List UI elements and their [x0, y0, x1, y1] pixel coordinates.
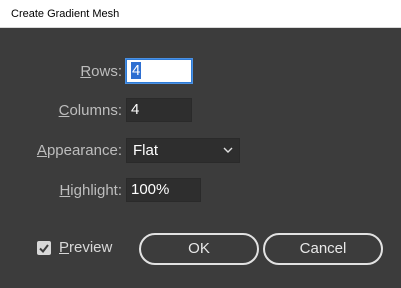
appearance-label-accelerator: A — [36, 142, 47, 159]
title-bar: Create Gradient Mesh — [0, 0, 401, 28]
appearance-label-text: ppearance: — [46, 142, 122, 159]
rows-label: Rows: — [0, 63, 122, 80]
chevron-down-icon — [223, 147, 233, 153]
highlight-value: 100% — [131, 181, 170, 198]
appearance-select[interactable]: Flat — [126, 138, 240, 163]
create-gradient-mesh-dialog: Rows: 4 Columns: 4 Appearance: Flat High… — [0, 28, 401, 288]
rows-label-text: ows: — [91, 63, 122, 80]
highlight-label: Highlight: — [0, 182, 122, 199]
highlight-input[interactable]: 100% — [126, 178, 201, 202]
columns-label: Columns: — [0, 102, 122, 119]
highlight-label-accelerator: H — [59, 182, 71, 199]
preview-label[interactable]: Preview — [59, 239, 112, 256]
columns-label-text: olumns: — [69, 102, 122, 119]
rows-label-accelerator: R — [80, 63, 92, 80]
cancel-button[interactable]: Cancel — [263, 233, 383, 265]
columns-value: 4 — [131, 101, 140, 118]
ok-button[interactable]: OK — [139, 233, 259, 265]
preview-label-accelerator: P — [59, 239, 70, 256]
columns-input[interactable]: 4 — [126, 98, 192, 122]
rows-value: 4 — [131, 62, 142, 79]
checkmark-icon — [39, 244, 49, 254]
preview-checkbox[interactable] — [37, 241, 51, 255]
appearance-label: Appearance: — [0, 142, 122, 159]
rows-input[interactable]: 4 — [126, 59, 192, 83]
highlight-label-text: ighlight: — [70, 182, 122, 199]
preview-label-text: review — [69, 239, 113, 256]
window-title: Create Gradient Mesh — [11, 8, 120, 20]
columns-label-accelerator: C — [58, 102, 70, 119]
appearance-value: Flat — [133, 142, 159, 159]
